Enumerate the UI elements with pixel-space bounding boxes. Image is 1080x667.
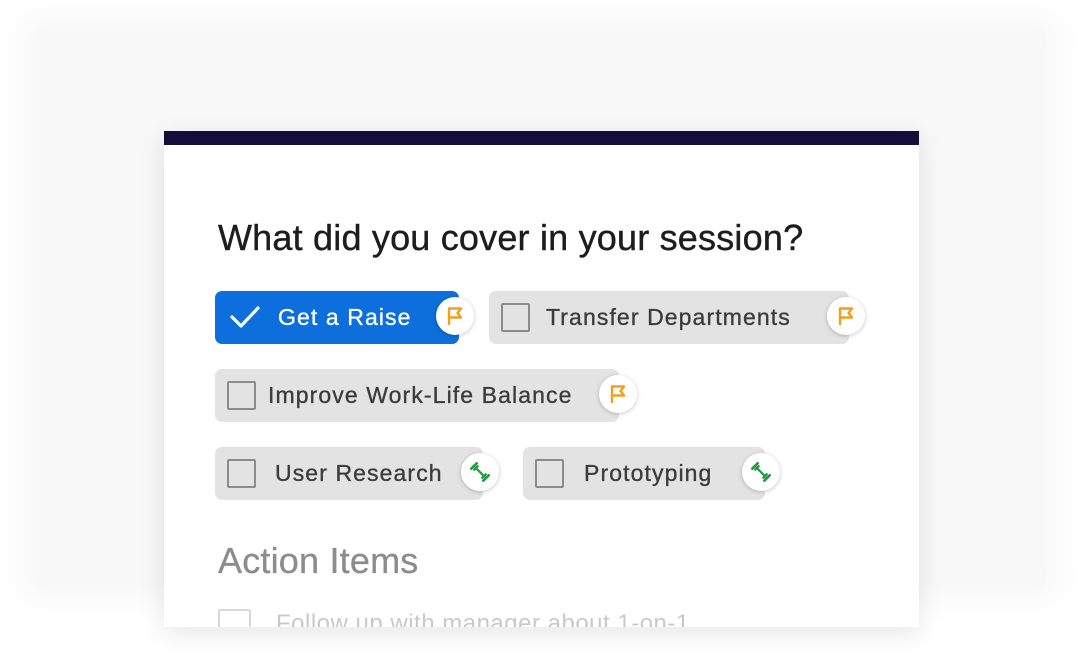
checkbox[interactable] [227, 381, 256, 410]
action-item-label: Follow up with manager about 1-on-1 [276, 610, 690, 627]
dumbbell-icon [742, 453, 780, 491]
checkmark-icon [230, 306, 260, 328]
topic-label: Improve Work-Life Balance [268, 382, 573, 408]
flag-icon [599, 375, 637, 413]
flag-icon [827, 297, 865, 335]
topic-chip-prototyping[interactable]: Prototyping [523, 447, 765, 500]
topic-label: Get a Raise [278, 304, 412, 330]
topic-label: Prototyping [584, 460, 713, 486]
checkbox[interactable] [227, 459, 256, 488]
topic-chip-get-a-raise[interactable]: Get a Raise [215, 291, 459, 344]
topic-label: Transfer Departments [546, 304, 791, 330]
topic-chip-transfer-departments[interactable]: Transfer Departments [489, 291, 849, 344]
topic-label: User Research [275, 460, 443, 486]
question-heading: What did you cover in your session? [218, 217, 804, 258]
flag-icon [436, 297, 474, 335]
topic-chip-user-research[interactable]: User Research [215, 447, 483, 500]
checkbox[interactable] [535, 459, 564, 488]
session-card: What did you cover in your session? Get … [164, 131, 919, 627]
dumbbell-icon [461, 453, 499, 491]
checkbox[interactable] [501, 303, 530, 332]
checkbox[interactable] [218, 609, 251, 627]
topic-chip-improve-work-life-balance[interactable]: Improve Work-Life Balance [215, 369, 619, 422]
card-header-bar [164, 131, 919, 145]
action-items-heading: Action Items [218, 540, 419, 581]
